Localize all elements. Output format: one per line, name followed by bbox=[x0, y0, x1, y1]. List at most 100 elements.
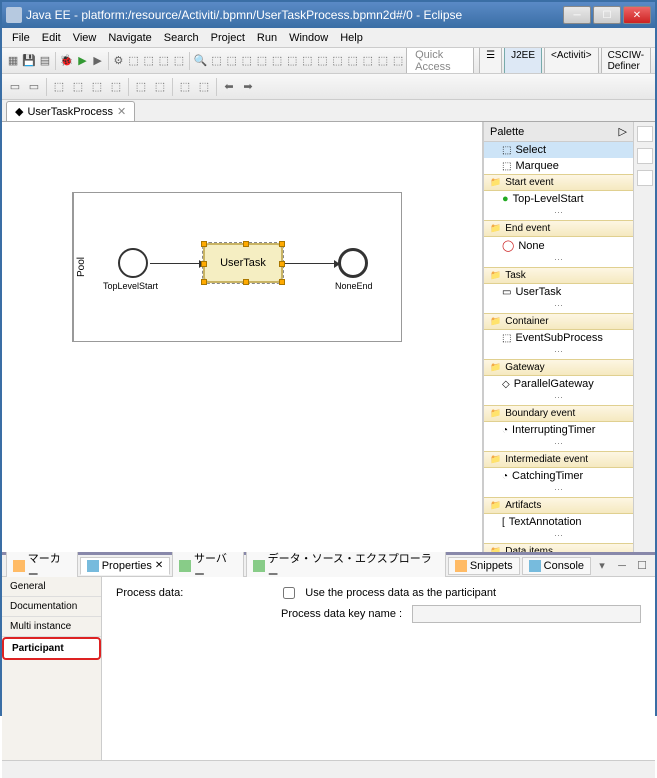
t7-icon[interactable]: ⬚ bbox=[151, 78, 169, 96]
palette-none[interactable]: ◯ None bbox=[484, 237, 633, 254]
maximize-button[interactable]: ☐ bbox=[593, 6, 621, 24]
palette-section-intermediate[interactable]: Intermediate event bbox=[484, 451, 633, 468]
tool6-icon[interactable]: ⬚ bbox=[225, 52, 239, 70]
prop-tab-participant[interactable]: Participant bbox=[2, 637, 101, 660]
t5-icon[interactable]: ⬚ bbox=[107, 78, 125, 96]
tool9-icon[interactable]: ⬚ bbox=[270, 52, 284, 70]
tool11-icon[interactable]: ⬚ bbox=[300, 52, 314, 70]
palette-marquee-tool[interactable]: ⬚ Marquee bbox=[484, 158, 633, 174]
tool17-icon[interactable]: ⬚ bbox=[391, 52, 405, 70]
tool10-icon[interactable]: ⬚ bbox=[285, 52, 299, 70]
tool-icon[interactable]: ⬚ bbox=[127, 52, 141, 70]
tool15-icon[interactable]: ⬚ bbox=[361, 52, 375, 70]
palette-section-container[interactable]: Container bbox=[484, 313, 633, 330]
new-server-icon[interactable]: ⚙ bbox=[111, 52, 125, 70]
tool2-icon[interactable]: ⬚ bbox=[142, 52, 156, 70]
toolbar-row-2: ▭ ▭ ⬚ ⬚ ⬚ ⬚ ⬚ ⬚ ⬚ ⬚ ⬅ ➡ bbox=[2, 74, 655, 100]
palette-header[interactable]: Palette▷ bbox=[484, 122, 633, 142]
sequence-flow-1[interactable] bbox=[150, 263, 200, 264]
palette-user-task[interactable]: ▭ UserTask bbox=[484, 284, 633, 300]
palette-section-artifacts[interactable]: Artifacts bbox=[484, 497, 633, 514]
menu-run[interactable]: Run bbox=[251, 30, 283, 46]
menu-project[interactable]: Project bbox=[205, 30, 251, 46]
pool[interactable]: Pool TopLevelStart UserTask NoneEnd bbox=[72, 192, 402, 342]
prop-tab-general[interactable]: General bbox=[2, 577, 101, 597]
tab-console[interactable]: Console bbox=[522, 557, 591, 575]
t2-icon[interactable]: ⬚ bbox=[50, 78, 68, 96]
bpmn-canvas[interactable]: Pool TopLevelStart UserTask NoneEnd bbox=[2, 122, 482, 552]
t3-icon[interactable]: ⬚ bbox=[69, 78, 87, 96]
menu-file[interactable]: File bbox=[6, 30, 36, 46]
forward-icon[interactable]: ➡ bbox=[239, 78, 257, 96]
start-event-node[interactable] bbox=[118, 248, 148, 278]
t4-icon[interactable]: ⬚ bbox=[88, 78, 106, 96]
tool5-icon[interactable]: ⬚ bbox=[209, 52, 223, 70]
minimize-view-icon[interactable]: ─ bbox=[613, 557, 631, 575]
tool4-icon[interactable]: ⬚ bbox=[172, 52, 186, 70]
minimize-button[interactable]: ─ bbox=[563, 6, 591, 24]
tool12-icon[interactable]: ⬚ bbox=[315, 52, 329, 70]
back-icon[interactable]: ⬅ bbox=[220, 78, 238, 96]
trim-icon-2[interactable] bbox=[637, 148, 653, 164]
palette-top-level-start[interactable]: ● Top-LevelStart bbox=[484, 191, 633, 207]
use-as-participant-checkbox[interactable] bbox=[283, 587, 295, 599]
t6-icon[interactable]: ⬚ bbox=[132, 78, 150, 96]
save-all-icon[interactable]: ▤ bbox=[38, 52, 52, 70]
perspective-csciw[interactable]: CSCIW-Definer bbox=[601, 48, 651, 74]
user-task-node[interactable]: UserTask bbox=[203, 243, 283, 283]
palette-section-boundary[interactable]: Boundary event bbox=[484, 405, 633, 422]
outline-view-icon[interactable] bbox=[637, 126, 653, 142]
tab-properties[interactable]: Properties ✕ bbox=[80, 557, 171, 575]
align-icon[interactable]: ▭ bbox=[6, 78, 24, 96]
menu-search[interactable]: Search bbox=[158, 30, 205, 46]
t9-icon[interactable]: ⬚ bbox=[195, 78, 213, 96]
palette-event-subprocess[interactable]: ⬚ EventSubProcess bbox=[484, 330, 633, 346]
sequence-flow-2[interactable] bbox=[285, 263, 335, 264]
search-icon[interactable]: 🔍 bbox=[193, 52, 209, 70]
key-name-input[interactable] bbox=[412, 605, 641, 623]
menu-navigate[interactable]: Navigate bbox=[102, 30, 157, 46]
end-event-node[interactable] bbox=[338, 248, 368, 278]
align2-icon[interactable]: ▭ bbox=[25, 78, 43, 96]
close-button[interactable]: ✕ bbox=[623, 6, 651, 24]
palette-section-data-items[interactable]: Data items bbox=[484, 543, 633, 552]
run-icon[interactable]: ▶ bbox=[75, 52, 89, 70]
trim-icon-3[interactable] bbox=[637, 170, 653, 186]
palette-section-task[interactable]: Task bbox=[484, 267, 633, 284]
menu-view[interactable]: View bbox=[67, 30, 103, 46]
new-icon[interactable]: ▦ bbox=[6, 52, 20, 70]
palette-section-start-event[interactable]: Start event bbox=[484, 174, 633, 191]
tool7-icon[interactable]: ⬚ bbox=[240, 52, 254, 70]
palette-more-icon[interactable]: ⋯ bbox=[484, 207, 633, 220]
close-tab-icon[interactable]: ✕ bbox=[117, 105, 126, 118]
tool8-icon[interactable]: ⬚ bbox=[255, 52, 269, 70]
run-ext-icon[interactable]: ▶ bbox=[91, 52, 105, 70]
tool3-icon[interactable]: ⬚ bbox=[157, 52, 171, 70]
prop-tab-documentation[interactable]: Documentation bbox=[2, 597, 101, 617]
save-icon[interactable]: 💾 bbox=[21, 52, 37, 70]
menu-edit[interactable]: Edit bbox=[36, 30, 67, 46]
palette-parallel-gateway[interactable]: ◇ ParallelGateway bbox=[484, 376, 633, 392]
perspective-j2ee[interactable]: J2EE bbox=[504, 48, 542, 74]
palette-interrupting-timer[interactable]: ◔ InterruptingTimer bbox=[484, 422, 633, 438]
palette-catching-timer[interactable]: ◔ CatchingTimer bbox=[484, 468, 633, 484]
prop-tab-multi-instance[interactable]: Multi instance bbox=[2, 617, 101, 637]
tool14-icon[interactable]: ⬚ bbox=[346, 52, 360, 70]
menu-window[interactable]: Window bbox=[283, 30, 334, 46]
debug-icon[interactable]: 🐞 bbox=[59, 52, 75, 70]
palette-section-gateway[interactable]: Gateway bbox=[484, 359, 633, 376]
perspective-activiti[interactable]: <Activiti> bbox=[544, 48, 599, 74]
palette-section-end-event[interactable]: End event bbox=[484, 220, 633, 237]
palette-select-tool[interactable]: ⬚ Select bbox=[484, 142, 633, 158]
view-menu-icon[interactable]: ▾ bbox=[593, 557, 611, 575]
t8-icon[interactable]: ⬚ bbox=[176, 78, 194, 96]
tool16-icon[interactable]: ⬚ bbox=[376, 52, 390, 70]
menu-help[interactable]: Help bbox=[334, 30, 369, 46]
tool13-icon[interactable]: ⬚ bbox=[330, 52, 344, 70]
quick-access-input[interactable]: Quick Access bbox=[406, 48, 474, 74]
open-perspective-button[interactable]: ☰ bbox=[479, 48, 502, 74]
palette-text-annotation[interactable]: [ TextAnnotation bbox=[484, 514, 633, 530]
editor-tab-usertaskprocess[interactable]: ◆ UserTaskProcess ✕ bbox=[6, 101, 135, 121]
tab-snippets[interactable]: Snippets bbox=[448, 557, 520, 575]
maximize-view-icon[interactable]: ☐ bbox=[633, 557, 651, 575]
